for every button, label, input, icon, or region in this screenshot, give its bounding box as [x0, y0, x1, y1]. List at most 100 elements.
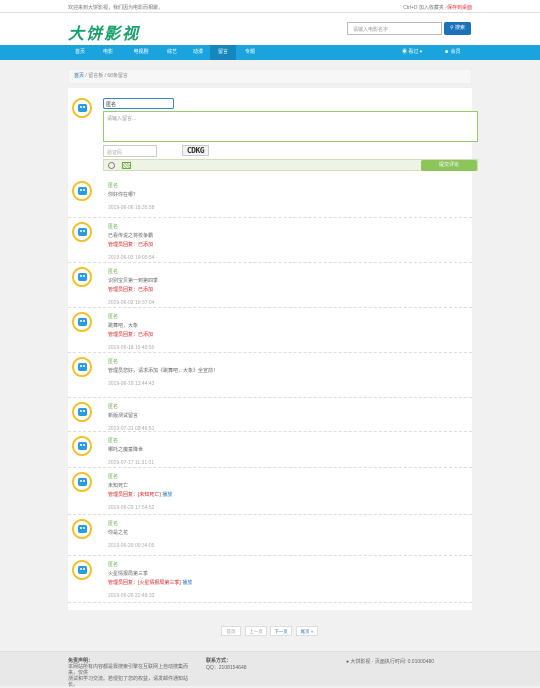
comment-text: 哪吒之魔童降世 [108, 447, 144, 453]
disclaimer-line: 本网站所有内容都是靠搜索引擎在互联网上自动搜集而来，仅供 [68, 664, 189, 676]
comment-item: 匿名 跳舞吧，大象 管理员回复：已添加 2019-06-18 15:49:55 [68, 308, 472, 353]
nav-item-home[interactable]: 首页 [68, 45, 92, 60]
contact-qq: QQ：2108154648 [206, 665, 247, 671]
chevron-down-icon: ▾ [418, 49, 423, 55]
breadcrumb-sep: / [85, 73, 87, 79]
breadcrumb-home[interactable]: 首页 [74, 73, 84, 79]
first-page-button[interactable]: 首页 [221, 626, 241, 636]
comment-time: 2019-06-26 22:48:33 [108, 593, 155, 599]
avatar [72, 402, 92, 422]
nav-item-tv[interactable]: 电视剧 [126, 45, 156, 60]
nav-item-guestbook[interactable]: 留言 [210, 45, 236, 60]
contact: 联系方式： QQ：2108154648 [206, 658, 247, 672]
footer: 免责声明： 本网站所有内容都是靠搜索引擎在互联网上自动搜集而来，仅供 测试和学习… [0, 651, 540, 688]
comment-author: 匿名 [108, 224, 119, 230]
comment-author: 匿名 [108, 474, 119, 480]
image-icon[interactable] [122, 162, 131, 169]
comment-time: 2019-06-18 15:49:55 [108, 345, 155, 351]
comment-text: 跳舞吧，大象 [108, 323, 139, 329]
form-toolbar: 提交评论 [103, 159, 478, 171]
comment-time: 2019-06-29 17:54:52 [108, 505, 155, 511]
comment-author: 匿名 [108, 438, 119, 444]
comment-item: 匿名你好你在哪？ 2019-06-06 18:35:58 [68, 177, 472, 218]
emoji-icon[interactable] [108, 162, 115, 169]
site-info: ● 大饼影视 · 页面执行时间: 0.01000480 [346, 659, 435, 665]
avatar [72, 98, 92, 118]
admin-reply-text: 已添加 [138, 242, 154, 248]
nav-item-anime[interactable]: 动漫 [186, 45, 210, 60]
comment-time: 2019-07-17 11:31:01 [108, 460, 155, 466]
captcha-image[interactable]: CDKG [182, 145, 209, 156]
contact-title: 联系方式： [206, 658, 232, 664]
comment-author: 匿名 [108, 562, 119, 568]
admin-reply: 管理员回复：[火星情报局第三季] 播放 [108, 579, 192, 586]
avatar [72, 357, 92, 377]
nickname-input[interactable]: 匿名 [103, 98, 174, 109]
play-link[interactable]: 播放 [182, 580, 192, 586]
comment-item: 匿名 新版测试留言 2019-07-31 09:46:51 [68, 398, 472, 432]
avatar [72, 222, 92, 242]
avatar [72, 267, 92, 287]
comment-time: 2019-06-03 19:05:54 [108, 255, 155, 261]
comment-author: 匿名 [108, 183, 119, 189]
save-desktop-link[interactable]: 保存到桌面 [447, 5, 472, 11]
search-input[interactable]: 请输入电影名字 [347, 22, 442, 35]
breadcrumb-count: 68条留言 [107, 73, 128, 79]
comment-author: 匿名 [108, 521, 119, 527]
comment-text: 管理员您好，请求添加《跳舞吧，大象》全宣前！ [108, 368, 219, 374]
comment-item: 匿名管理员您好，请求添加《跳舞吧，大象》全宣前！ 2019-06-19 13:44… [68, 353, 472, 398]
last-page-button[interactable]: 尾页 » [296, 626, 318, 636]
next-page-button[interactable]: 下一页 [270, 626, 292, 636]
admin-reply-label: 管理员回复： [108, 287, 139, 293]
avatar [72, 472, 92, 492]
admin-reply-label: 管理员回复： [108, 242, 139, 248]
admin-reply-text: [火星情报局第三季] [138, 580, 181, 586]
admin-reply: 管理员回复：已添加 [108, 241, 153, 248]
comment-text: 识别宝贝第一到第四季 [108, 278, 159, 284]
admin-reply: 管理员回复：已添加 [108, 286, 153, 293]
comment-text: 你是之花 [108, 530, 129, 536]
comment-time: 2019-06-19 13:44:43 [108, 381, 155, 387]
comment-author: 匿名 [108, 359, 119, 365]
play-link[interactable]: 播放 [162, 492, 172, 498]
comment-time: 2019-06-06 18:35:58 [108, 205, 155, 211]
admin-reply: 管理员回复：已添加 [108, 331, 153, 338]
search-button[interactable]: ⚲ 搜索 [444, 22, 471, 35]
bookmark-text: Ctrl+D 加入收藏夹 - [403, 5, 447, 11]
prev-page-button[interactable]: 上一页 [245, 626, 267, 636]
comment-author: 匿名 [108, 269, 119, 275]
member-menu[interactable]: ☻ 会员 [444, 45, 461, 60]
captcha-input[interactable]: 验证码 [103, 145, 157, 157]
welcome-text: 欢迎来到大饼影视，我们因为电影而相聚。 [68, 5, 164, 11]
user-icon: ☻ [444, 49, 451, 55]
main-nav: 首页 电影 电视剧 综艺 动漫 留言 专题 ◉ 看过 ▾ ☻ 会员 [0, 45, 540, 60]
bookmark-hint: Ctrl+D 加入收藏夹 -保存到桌面 [403, 4, 472, 11]
avatar [72, 312, 92, 332]
message-textarea[interactable]: 请输入留言... [103, 111, 478, 142]
comment-item: 匿名 识别宝贝第一到第四季 管理员回复：已添加 2019-06-03 10:37:04 [68, 263, 472, 308]
site-logo[interactable]: 大饼影视 [68, 20, 140, 44]
comment-item: 匿名未知死亡管理员回复：[未知死亡] 播放 2019-06-29 17:54:52 [68, 468, 472, 515]
history-menu[interactable]: ◉ 看过 ▾ [402, 45, 422, 60]
admin-reply-text: 已添加 [138, 332, 154, 338]
admin-reply-label: 管理员回复： [108, 332, 139, 338]
comment-text: 已看传说之将校争霸 [108, 233, 154, 239]
avatar [72, 181, 92, 201]
admin-reply-text: 已添加 [138, 287, 154, 293]
nav-item-topics[interactable]: 专题 [238, 45, 262, 60]
submit-button[interactable]: 提交评论 [421, 160, 477, 171]
comment-time: 2019-06-29 00:34:05 [108, 543, 155, 549]
admin-reply: 管理员回复：[未知死亡] 播放 [108, 491, 172, 498]
top-bar: 欢迎来到大饼影视，我们因为电影而相聚。 Ctrl+D 加入收藏夹 -保存到桌面 [0, 0, 540, 13]
avatar [72, 560, 92, 580]
breadcrumb-page: 留言板 [88, 73, 104, 79]
nav-item-movies[interactable]: 电影 [96, 45, 120, 60]
nav-item-variety[interactable]: 综艺 [160, 45, 184, 60]
avatar [72, 519, 92, 539]
history-label: 看过 [408, 49, 419, 55]
search-button-label: 搜索 [455, 25, 466, 31]
admin-reply-text: [未知死亡] [138, 492, 161, 498]
comment-text: 未知死亡 [108, 483, 129, 489]
comment-author: 匿名 [108, 314, 119, 320]
comment-text: 你好你在哪？ [108, 192, 139, 198]
